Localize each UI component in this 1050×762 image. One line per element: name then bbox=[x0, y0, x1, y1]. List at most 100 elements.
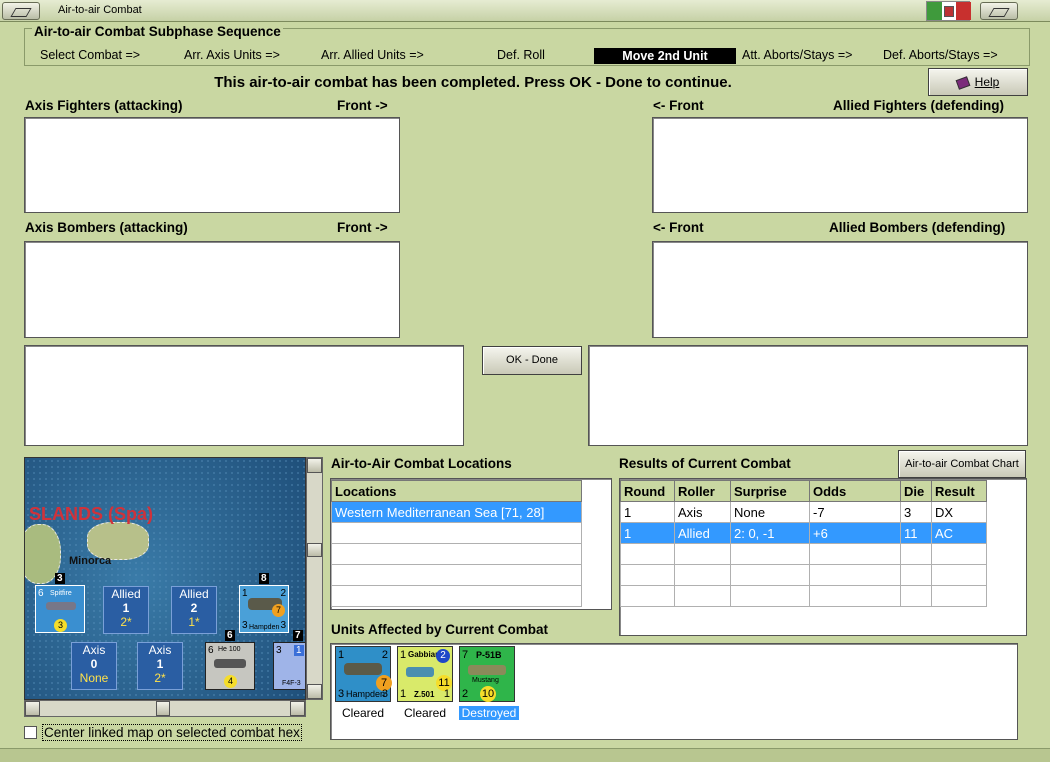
allied-fighters-panel[interactable] bbox=[652, 117, 1028, 213]
book-icon bbox=[955, 76, 971, 90]
hampden-affected-unit[interactable]: 1 2 7 3 Hampden 3 bbox=[335, 646, 392, 702]
unit-sub: Mustang bbox=[472, 677, 499, 684]
table-row bbox=[620, 585, 987, 607]
affected-title: Units Affected by Current Combat bbox=[331, 622, 549, 637]
unit-top-right: 2 bbox=[381, 649, 388, 661]
axis-bombers-label: Axis Bombers (attacking) bbox=[25, 220, 188, 235]
axis-bombers-front-label: Front -> bbox=[337, 220, 388, 235]
unit-bottom-right: 3 bbox=[280, 620, 286, 631]
unit-bottom-left: 3 bbox=[242, 620, 248, 631]
scroll-right-button[interactable] bbox=[290, 701, 305, 716]
step-select-combat: Select Combat => bbox=[40, 48, 141, 62]
scroll-thumb[interactable] bbox=[307, 543, 322, 557]
stack-count: 6 bbox=[225, 630, 235, 641]
cell: AC bbox=[931, 522, 987, 544]
allied-counter[interactable]: Allied 1 2* bbox=[103, 586, 149, 634]
cell: Allied bbox=[674, 522, 731, 544]
unit-sub: Z.501 bbox=[414, 690, 435, 699]
map-region-label: SLANDS (Spa) bbox=[29, 504, 154, 524]
step-def-aborts: Def. Aborts/Stays => bbox=[883, 48, 998, 62]
locations-title: Air-to-Air Combat Locations bbox=[331, 456, 512, 471]
counter-sub: 1* bbox=[188, 615, 200, 629]
location-cell[interactable]: Western Mediterranean Sea [71, 28] bbox=[331, 501, 582, 523]
unit-name: F4F-3 bbox=[282, 680, 301, 687]
cell: -7 bbox=[809, 501, 901, 523]
scroll-left-button[interactable] bbox=[25, 701, 40, 716]
unit-name: Spitfire bbox=[50, 590, 72, 597]
cell: +6 bbox=[809, 522, 901, 544]
mini-map[interactable]: SLANDS (Spa) Minorca 3 6 Spitfire 3 Alli… bbox=[24, 457, 306, 700]
col-die: Die bbox=[900, 480, 932, 502]
f4f-unit[interactable]: 3 1 F4F-3 bbox=[273, 642, 305, 690]
allied-fighters-label: Allied Fighters (defending) bbox=[833, 98, 1004, 113]
counter-sub: 2* bbox=[154, 671, 166, 685]
help-button[interactable]: Help bbox=[928, 68, 1028, 96]
axis-fighters-label: Axis Fighters (attacking) bbox=[25, 98, 183, 113]
allied-counter[interactable]: Allied 2 1* bbox=[171, 586, 217, 634]
unit-top-right: 1 bbox=[294, 645, 304, 656]
maximize-button[interactable] bbox=[980, 2, 1018, 20]
col-roller: Roller bbox=[674, 480, 731, 502]
unit-left-value: 6 bbox=[38, 588, 44, 599]
allied-bombers-front-label: <- Front bbox=[653, 220, 704, 235]
cell: 1 bbox=[620, 522, 675, 544]
axis-counter[interactable]: Axis 1 2* bbox=[137, 642, 183, 690]
axis-counter[interactable]: Axis 0 None bbox=[71, 642, 117, 690]
table-row bbox=[331, 522, 582, 544]
aircraft-icon bbox=[406, 667, 434, 677]
table-row[interactable]: 1 Axis None -7 3 DX bbox=[620, 501, 987, 523]
step-arr-allied: Arr. Allied Units => bbox=[321, 48, 424, 62]
unit-status: Cleared bbox=[341, 706, 385, 720]
cell: 1 bbox=[620, 501, 675, 523]
spitfire-unit[interactable]: 6 Spitfire 3 bbox=[35, 585, 85, 633]
col-result: Result bbox=[931, 480, 987, 502]
center-map-checkbox[interactable] bbox=[24, 726, 37, 739]
he100-unit[interactable]: 6 He 100 4 bbox=[205, 642, 255, 690]
unit-status: Destroyed bbox=[459, 706, 519, 720]
title-bar: Air-to-air Combat bbox=[0, 0, 1050, 22]
die-icon: 10 bbox=[480, 686, 496, 702]
allied-bombers-panel[interactable] bbox=[652, 241, 1028, 338]
system-menu-button[interactable] bbox=[2, 2, 40, 20]
counter-side: Allied bbox=[179, 587, 209, 601]
map-vertical-scrollbar[interactable] bbox=[306, 457, 323, 700]
table-row[interactable]: 1 Allied 2: 0, -1 +6 11 AC bbox=[620, 522, 987, 544]
map-horizontal-scrollbar[interactable] bbox=[24, 700, 306, 717]
cell: Axis bbox=[674, 501, 731, 523]
counter-sub: None bbox=[79, 671, 109, 685]
combat-chart-button[interactable]: Air-to-air Combat Chart bbox=[898, 450, 1026, 478]
unit-top-left: 1 bbox=[242, 588, 248, 599]
italy-flag-icon bbox=[926, 1, 971, 21]
unit-top-left: 1 bbox=[338, 649, 345, 661]
axis-info-panel bbox=[24, 345, 464, 446]
axis-bombers-panel[interactable] bbox=[24, 241, 400, 338]
unit-name: P-51B bbox=[476, 650, 502, 660]
unit-bottom-left: 3 bbox=[338, 688, 345, 700]
step-att-aborts: Att. Aborts/Stays => bbox=[742, 48, 853, 62]
table-row bbox=[620, 543, 987, 565]
unit-top-left: 1 bbox=[400, 649, 407, 661]
table-row[interactable]: Western Mediterranean Sea [71, 28] bbox=[331, 501, 582, 523]
allied-info-panel bbox=[588, 345, 1028, 446]
col-surprise: Surprise bbox=[730, 480, 810, 502]
step-move-2nd-unit: Move 2nd Unit bbox=[594, 48, 736, 64]
unit-bottom-left: 1 bbox=[400, 688, 407, 700]
col-odds: Odds bbox=[809, 480, 901, 502]
axis-fighters-panel[interactable] bbox=[24, 117, 400, 213]
badge-icon: 2 bbox=[436, 649, 450, 663]
die-icon: 4 bbox=[224, 675, 237, 688]
counter-num: 2 bbox=[190, 601, 198, 615]
gabbiano-affected-unit[interactable]: 1 Gabbiano 2 11 1 Z.501 1 bbox=[397, 646, 453, 702]
help-label: Help bbox=[974, 75, 1000, 89]
center-map-label[interactable]: Center linked map on selected combat hex bbox=[42, 724, 302, 741]
p51b-affected-unit[interactable]: 7 P-51B Mustang 10 2 bbox=[459, 646, 515, 702]
ok-done-button[interactable]: OK - Done bbox=[482, 346, 582, 375]
table-row bbox=[331, 543, 582, 565]
scroll-down-button[interactable] bbox=[307, 684, 322, 699]
unit-name: Hampden bbox=[346, 689, 386, 699]
counter-num: 1 bbox=[122, 601, 130, 615]
die-icon: 7 bbox=[272, 604, 285, 617]
scroll-thumb[interactable] bbox=[156, 701, 170, 716]
scroll-up-button[interactable] bbox=[307, 458, 322, 473]
hampden-unit[interactable]: 1 2 7 3 Hampden 3 bbox=[239, 585, 289, 633]
